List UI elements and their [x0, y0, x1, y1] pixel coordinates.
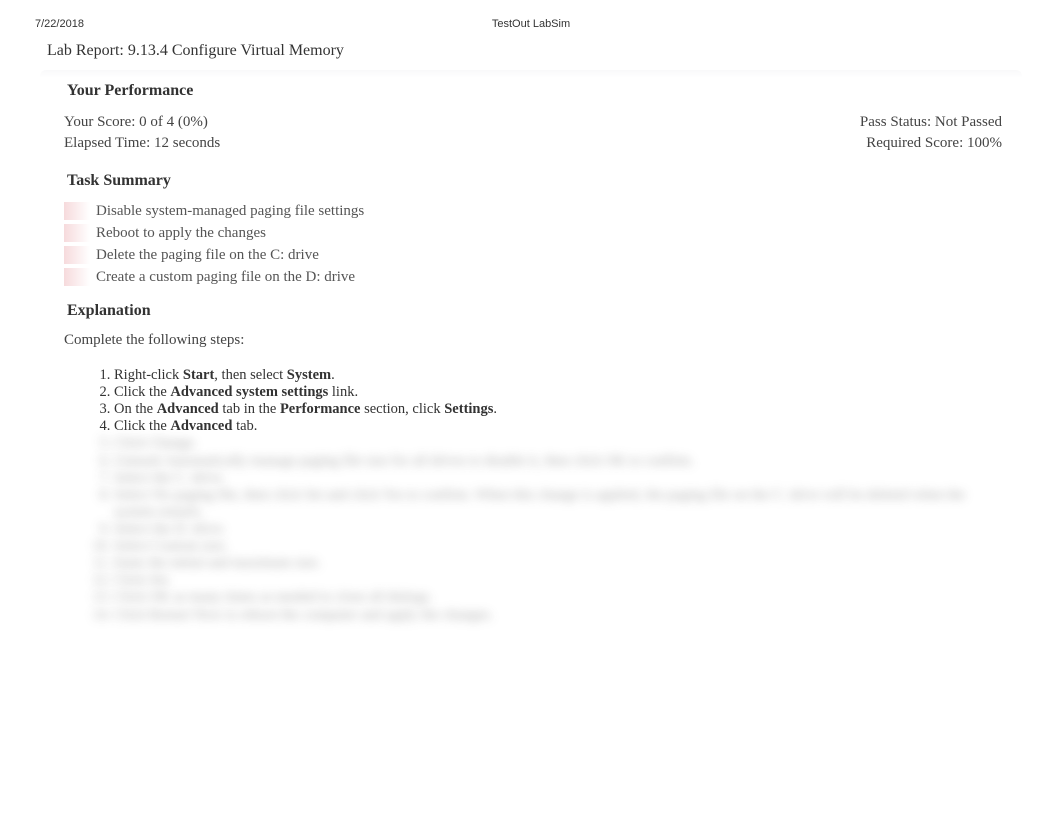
explanation-step-hidden: Click OK as many times as needed to clos…	[114, 589, 1002, 606]
explanation-step: On the Advanced tab in the Performance s…	[114, 401, 1002, 418]
task-item: Reboot to apply the changes	[64, 222, 1002, 244]
task-item: Delete the paging file on the C: drive	[64, 244, 1002, 266]
report-content: Your Performance Your Score: 0 of 4 (0%)…	[40, 70, 1022, 624]
explanation-step-hidden: Select the C: drive.	[114, 470, 1002, 487]
explanation-step-hidden: Unmark Automatically manage paging file …	[114, 453, 1002, 470]
elapsed-time: Elapsed Time: 12 seconds	[64, 135, 220, 152]
task-item-label: Reboot to apply the changes	[96, 225, 266, 242]
explanation-step-hidden: Enter the initial and maximum size.	[114, 555, 1002, 572]
explanation-steps: Right-click Start, then select System.Cl…	[64, 349, 1002, 624]
explanation-step: Click the Advanced tab.	[114, 418, 1002, 435]
lab-report-title: Lab Report: 9.13.4 Configure Virtual Mem…	[0, 30, 1062, 70]
fail-icon	[64, 246, 90, 264]
explanation-step: Click the Advanced system settings link.	[114, 384, 1002, 401]
explanation-step-hidden: Click Restart Now to reboot the computer…	[114, 607, 1002, 624]
task-summary-heading: Task Summary	[64, 172, 1002, 198]
explanation-intro: Complete the following steps:	[64, 328, 1002, 349]
explanation-step: Right-click Start, then select System.	[114, 367, 1002, 384]
header-product: TestOut LabSim	[492, 18, 570, 30]
fail-icon	[64, 224, 90, 242]
task-item-label: Disable system-managed paging file setti…	[96, 203, 364, 220]
explanation-step-hidden: Select Custom size.	[114, 538, 1002, 555]
performance-heading: Your Performance	[64, 82, 1002, 108]
task-list: Disable system-managed paging file setti…	[64, 198, 1002, 288]
required-score: Required Score: 100%	[866, 135, 1002, 152]
fail-icon	[64, 202, 90, 220]
task-item-label: Delete the paging file on the C: drive	[96, 247, 319, 264]
task-item-label: Create a custom paging file on the D: dr…	[96, 269, 355, 286]
explanation-step-hidden: Click Set.	[114, 572, 1002, 589]
explanation-heading: Explanation	[64, 302, 1002, 328]
task-item: Disable system-managed paging file setti…	[64, 200, 1002, 222]
header-date: 7/22/2018	[35, 18, 84, 30]
pass-status: Pass Status: Not Passed	[860, 114, 1002, 131]
explanation-step-hidden: Click Change.	[114, 435, 1002, 452]
explanation-step-hidden: Select No paging file, then click Set an…	[114, 487, 1002, 521]
your-score: Your Score: 0 of 4 (0%)	[64, 114, 208, 131]
fail-icon	[64, 268, 90, 286]
task-item: Create a custom paging file on the D: dr…	[64, 266, 1002, 288]
explanation-step-hidden: Select the D: drive.	[114, 521, 1002, 538]
